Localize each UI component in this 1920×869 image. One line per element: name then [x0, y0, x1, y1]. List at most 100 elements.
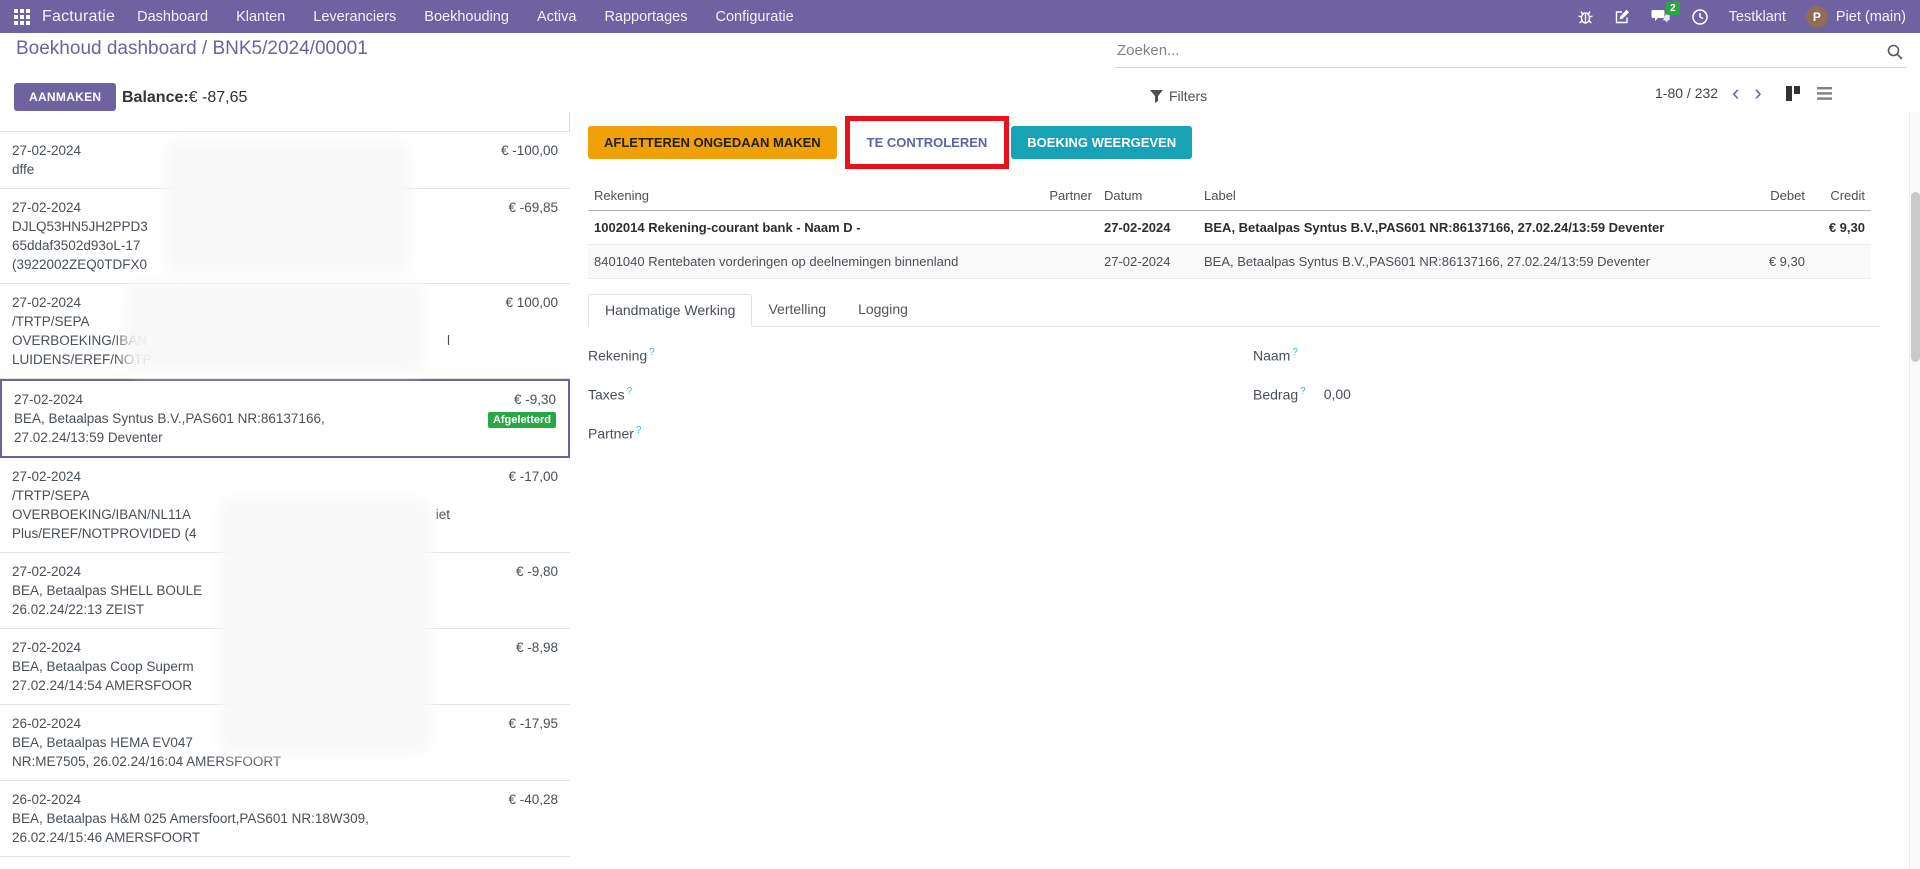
transaction-list: 27-02-2024€ -100,00dffe27-02-2024€ -69,8… — [0, 131, 570, 869]
transaction-desc-line: Plus/EREF/NOTPROVIDED (4 — [12, 524, 558, 543]
partner-field-label: Partner? — [588, 425, 641, 442]
breadcrumb[interactable]: Boekhoud dashboard / BNK5/2024/00001 — [16, 38, 368, 60]
transaction-desc-line: BEA, Betaalpas SHELL BOULE — [12, 581, 558, 600]
transaction-row[interactable]: 26-02-2024€ -60,61 — [0, 857, 570, 869]
balance-display: Balance:€ -87,65 — [122, 89, 247, 107]
nav-menu-configuratie[interactable]: Configuratie — [715, 9, 793, 25]
transaction-date: 27-02-2024 — [14, 390, 556, 409]
bedrag-field-label: Bedrag? — [1253, 386, 1306, 403]
tab-vertelling[interactable]: Vertelling — [752, 294, 842, 327]
list-view-button[interactable] — [1817, 87, 1832, 100]
transaction-amount: € -100,00 — [501, 141, 558, 160]
activities-clock-icon[interactable] — [1691, 8, 1709, 26]
transaction-desc-line: OVERBOEKING/IBAN/NL11Aiet — [12, 505, 558, 524]
nav-menu-klanten[interactable]: Klanten — [236, 9, 285, 25]
rekening-field-label: Rekening? — [588, 347, 655, 364]
pager-prev-button[interactable]: ‹ — [1731, 84, 1740, 102]
move-line-row[interactable]: 1002014 Rekening-courant bank - Naam D -… — [588, 211, 1871, 245]
cell-credit: € 9,30 — [1811, 211, 1871, 245]
edit-compose-icon[interactable] — [1614, 8, 1631, 25]
transaction-row[interactable]: 27-02-2024€ -17,00/TRTP/SEPAOVERBOEKING/… — [0, 458, 570, 553]
cell-rekening: 8401040 Rentebaten vorderingen op deelne… — [588, 245, 1028, 279]
transaction-desc-line: NR:ME7505, 26.02.24/16:04 AMERSFOORT — [12, 752, 558, 771]
cell-partner — [1028, 245, 1098, 279]
scrollbar-thumb[interactable] — [1911, 192, 1920, 362]
transaction-amount: € -17,00 — [508, 467, 558, 486]
transaction-row[interactable]: 27-02-2024€ -9,80BEA, Betaalpas SHELL BO… — [0, 553, 570, 629]
nav-menu-leveranciers[interactable]: Leveranciers — [313, 9, 396, 25]
pager: 1-80 / 232 ‹ › — [1655, 84, 1832, 102]
transaction-desc-line: BEA, Betaalpas Syntus B.V.,PAS601 NR:861… — [14, 409, 556, 428]
transaction-desc-fragment: iet — [436, 505, 558, 524]
transaction-amount: € -69,85 — [508, 198, 558, 217]
transaction-date: 26-02-2024 — [12, 790, 558, 809]
reconciled-badge: Afgeletterd — [488, 412, 556, 428]
column-header-rekening: Rekening — [588, 183, 1028, 211]
nav-menu-list: Dashboard Klanten Leveranciers Boekhouding A… — [137, 9, 794, 25]
transaction-amount: € 100,00 — [505, 293, 558, 312]
transaction-row[interactable]: 26-02-2024€ -17,95BEA, Betaalpas HEMA EV… — [0, 705, 570, 781]
transaction-date: 27-02-2024 — [12, 638, 558, 657]
help-marker: ? — [1292, 347, 1298, 358]
pager-next-button[interactable]: › — [1753, 84, 1762, 102]
transaction-row[interactable]: 27-02-2024€ -9,30BEA, Betaalpas Syntus B… — [0, 379, 570, 458]
naam-field-label: Naam? — [1253, 347, 1298, 364]
app-name[interactable]: Facturatie — [42, 8, 115, 26]
nav-menu-boekhouding[interactable]: Boekhouding — [424, 9, 509, 25]
search-icon[interactable] — [1887, 44, 1903, 60]
nav-menu-dashboard[interactable]: Dashboard — [137, 9, 208, 25]
transaction-date: 27-02-2024 — [12, 467, 558, 486]
balance-label: Balance: — [122, 89, 189, 106]
user-name: Piet (main) — [1836, 9, 1906, 25]
help-marker: ? — [649, 347, 655, 358]
apps-grid-icon[interactable] — [14, 9, 30, 25]
transaction-amount: € -40,28 — [508, 790, 558, 809]
column-header-label: Label — [1198, 183, 1696, 211]
cell-credit — [1811, 245, 1871, 279]
transaction-date: 26-02-2024 — [12, 714, 558, 733]
transaction-desc-line: dffe — [12, 160, 558, 179]
create-button[interactable]: AANMAKEN — [14, 83, 116, 111]
transaction-desc-line: OVERBOEKING/IBANl — [12, 331, 558, 350]
to-check-button[interactable]: TE CONTROLEREN — [859, 126, 996, 159]
view-entry-button[interactable]: BOEKING WEERGEVEN — [1011, 126, 1192, 159]
kanban-view-button[interactable] — [1786, 86, 1801, 101]
transaction-desc-line: BEA, Betaalpas HEMA EV047 — [12, 733, 558, 752]
cell-debet — [1696, 211, 1811, 245]
cell-datum: 27-02-2024 — [1098, 211, 1198, 245]
messages-icon[interactable]: 2 — [1651, 8, 1671, 25]
move-line-row[interactable]: 8401040 Rentebaten vorderingen op deelne… — [588, 245, 1871, 279]
transaction-row[interactable]: 27-02-2024€ -100,00dffe — [0, 132, 570, 189]
transaction-row[interactable]: 27-02-2024€ -69,85DJLQ53HN5JH2PPD365ddaf… — [0, 189, 570, 284]
transaction-row[interactable]: 27-02-2024€ 100,00/TRTP/SEPAOVERBOEKING/… — [0, 284, 570, 379]
user-avatar: P — [1806, 6, 1828, 28]
search-box — [1115, 36, 1907, 68]
company-switcher[interactable]: Testklant — [1729, 9, 1786, 25]
transaction-desc-line: 27.02.24/13:59 Deventer — [14, 428, 556, 447]
pager-range: 1-80 / 232 — [1655, 85, 1718, 101]
tab-handmatige-werking[interactable]: Handmatige Werking — [588, 294, 752, 327]
transaction-desc-line: 65ddaf3502d93oL-17 — [12, 236, 558, 255]
help-marker: ? — [636, 425, 642, 436]
tab-logging[interactable]: Logging — [842, 294, 924, 327]
tab-bar: Handmatige WerkingVertellingLogging — [588, 294, 1880, 327]
unreconcile-button[interactable]: AFLETTEREN ONGEDAAN MAKEN — [588, 126, 837, 159]
nav-menu-rapportages[interactable]: Rapportages — [604, 9, 687, 25]
cell-rekening: 1002014 Rekening-courant bank - Naam D - — [588, 211, 1028, 245]
cell-label: BEA, Betaalpas Syntus B.V.,PAS601 NR:861… — [1198, 245, 1696, 279]
filters-button[interactable]: Filters — [1150, 88, 1207, 104]
transaction-desc-line: (3922002ZEQ0TDFX0 — [12, 255, 558, 274]
scrollbar-track[interactable] — [1909, 112, 1920, 869]
transaction-amount: € -9,80 — [516, 562, 558, 581]
transaction-date: 27-02-2024 — [12, 198, 558, 217]
user-menu[interactable]: P Piet (main) — [1806, 6, 1906, 28]
debug-bug-icon[interactable] — [1577, 8, 1594, 25]
nav-menu-activa[interactable]: Activa — [537, 9, 577, 25]
transaction-desc-line: 27.02.24/14:54 AMERSFOOR — [12, 676, 558, 695]
column-header-datum: Datum — [1098, 183, 1198, 211]
search-input[interactable] — [1115, 36, 1865, 65]
transaction-desc-line: BEA, Betaalpas H&M 025 Amersfoort,PAS601… — [12, 809, 558, 828]
transaction-row[interactable]: 27-02-2024€ -8,98BEA, Betaalpas Coop Sup… — [0, 629, 570, 705]
message-count-badge: 2 — [1666, 2, 1680, 15]
transaction-row[interactable]: 26-02-2024€ -40,28BEA, Betaalpas H&M 025… — [0, 781, 570, 857]
